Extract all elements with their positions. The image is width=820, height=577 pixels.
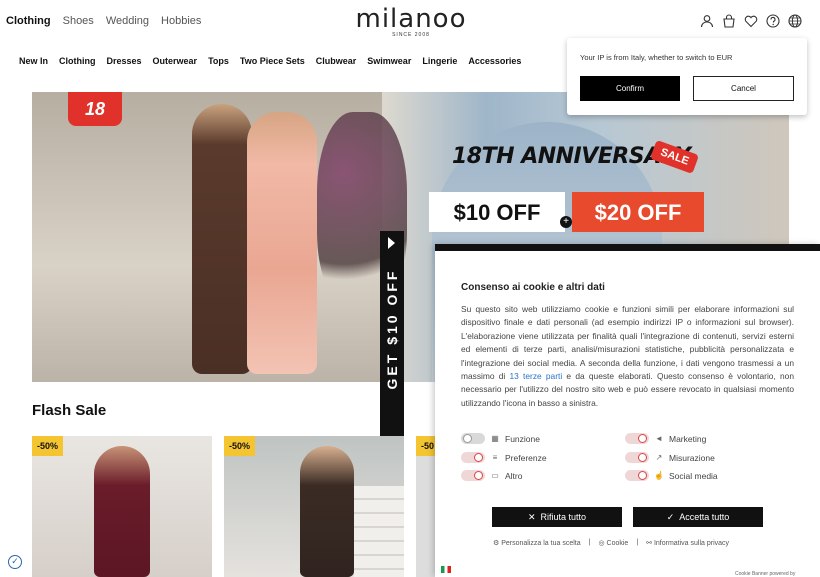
accept-all-label: Accetta tutto [679, 511, 730, 522]
reject-all-label: Rifiuta tutto [540, 511, 587, 522]
toggle-funzione[interactable]: ▦ Funzione [461, 433, 540, 444]
megaphone-icon: ◄ [655, 434, 663, 443]
toggle-switch[interactable] [625, 452, 649, 463]
globe-icon[interactable] [788, 14, 802, 28]
close-icon: ✕ [527, 511, 536, 522]
top-nav-shoes[interactable]: Shoes [63, 15, 94, 27]
toggle-switch[interactable] [625, 433, 649, 444]
category-clothing[interactable]: Clothing [59, 56, 96, 66]
category-dresses[interactable]: Dresses [107, 56, 142, 66]
cookie-footer-links: ⚙ Personalizza la tua scelta | ◎ Cookie … [493, 539, 729, 547]
thumbs-up-icon: ☝ [654, 471, 664, 480]
toggle-label: Altro [505, 470, 523, 481]
toggle-label: Social media [669, 470, 718, 481]
product-image [300, 446, 354, 577]
category-new-in[interactable]: New In [19, 56, 48, 66]
category-clubwear[interactable]: Clubwear [316, 56, 357, 66]
customize-link-label: Personalizza la tua scelta [501, 540, 581, 547]
logo-name: milanoo [355, 4, 467, 34]
toggle-label: Misurazione [669, 452, 715, 463]
category-two-piece-sets[interactable]: Two Piece Sets [240, 56, 305, 66]
grid-icon: ▦ [491, 434, 499, 443]
category-outerwear[interactable]: Outerwear [153, 56, 198, 66]
cookie-link[interactable]: ◎ Cookie [598, 539, 628, 547]
chart-line-icon: ↗ [655, 453, 663, 462]
toggle-switch[interactable] [461, 433, 485, 444]
cancel-button[interactable]: Cancel [693, 76, 794, 101]
third-parties-link[interactable]: 13 terze parti [510, 371, 563, 381]
powered-by-text: Cookie Banner powered by [735, 571, 796, 577]
category-swimwear[interactable]: Swimwear [367, 56, 411, 66]
toggle-label: Preferenze [505, 452, 547, 463]
italy-flag-icon[interactable] [441, 566, 451, 573]
site-logo[interactable]: milanoo SINCE 2008 [349, 4, 473, 38]
toggle-misurazione[interactable]: ↗ Misurazione [625, 452, 715, 463]
check-icon: ✓ [666, 511, 675, 522]
top-nav-wedding[interactable]: Wedding [106, 15, 149, 27]
help-icon[interactable] [766, 14, 780, 28]
get-10-off-label: GET $10 OFF [384, 268, 400, 390]
product-image-background [354, 486, 404, 577]
toggle-switch[interactable] [461, 452, 485, 463]
offer-10-off: $10 OFF [429, 192, 565, 232]
reject-all-button[interactable]: ✕ Rifiuta tutto [492, 507, 622, 527]
bag-icon[interactable] [722, 14, 736, 28]
privacy-link[interactable]: ⚯ Informativa sulla privacy [646, 539, 729, 547]
separator: | [588, 539, 591, 546]
discount-badge: -50% [224, 436, 256, 456]
currency-switch-popup: Your IP is from Italy, whether to switch… [567, 38, 807, 115]
discount-badge: -50% [32, 436, 64, 456]
top-nav-clothing[interactable]: Clothing [6, 15, 51, 27]
product-card[interactable]: -50% [224, 436, 404, 577]
plus-icon: + [560, 216, 572, 228]
user-icon[interactable] [700, 14, 714, 28]
category-accessories[interactable]: Accessories [468, 56, 521, 66]
toggle-label: Marketing [669, 433, 707, 444]
top-nav: Clothing Shoes Wedding Hobbies [6, 15, 201, 27]
top-nav-hobbies[interactable]: Hobbies [161, 15, 201, 27]
customize-link[interactable]: ⚙ Personalizza la tua scelta [493, 539, 581, 547]
product-image [94, 446, 150, 577]
toggle-label: Funzione [505, 433, 540, 444]
heart-icon[interactable] [744, 14, 758, 28]
cookie-consent-dialog: Consenso ai cookie e altri dati Su quest… [435, 244, 820, 577]
flash-sale-title: Flash Sale [32, 402, 107, 419]
chat-icon: ▭ [491, 471, 499, 480]
cookie-body-text: Su questo sito web utilizziamo cookie e … [461, 304, 794, 382]
privacy-link-label: Informativa sulla privacy [653, 540, 730, 547]
toggle-altro[interactable]: ▭ Altro [461, 470, 522, 481]
separator: | [636, 539, 639, 546]
hero-model-polka-dress [192, 104, 252, 374]
accept-all-button[interactable]: ✓ Accetta tutto [633, 507, 763, 527]
offer-20-off: $20 OFF [572, 192, 704, 232]
toggle-switch[interactable] [625, 470, 649, 481]
anniversary-badge: 18 [68, 92, 122, 126]
confirm-button[interactable]: Confirm [580, 76, 680, 101]
cookie-title: Consenso ai cookie e altri dati [461, 282, 605, 293]
category-tops[interactable]: Tops [208, 56, 229, 66]
cookie-link-label: Cookie [606, 540, 629, 547]
toggle-social-media[interactable]: ☝ Social media [625, 470, 718, 481]
category-lingerie[interactable]: Lingerie [422, 56, 457, 66]
category-nav: New In Clothing Dresses Outerwear Tops T… [19, 56, 521, 66]
cookie-body: Su questo sito web utilizziamo cookie e … [461, 303, 794, 410]
sliders-icon: ≡ [492, 453, 498, 462]
toggle-switch[interactable] [461, 470, 485, 481]
get-10-off-tab[interactable]: GET $10 OFF [380, 231, 404, 436]
toggle-marketing[interactable]: ◄ Marketing [625, 433, 706, 444]
currency-switch-message: Your IP is from Italy, whether to switch… [580, 53, 733, 62]
product-card[interactable]: -50% [32, 436, 212, 577]
hero-model-floral-dress [247, 112, 317, 374]
privacy-settings-shield-icon[interactable]: ✓ [8, 555, 22, 569]
header-icons [700, 14, 802, 28]
toggle-preferenze[interactable]: ≡ Preferenze [461, 452, 547, 463]
